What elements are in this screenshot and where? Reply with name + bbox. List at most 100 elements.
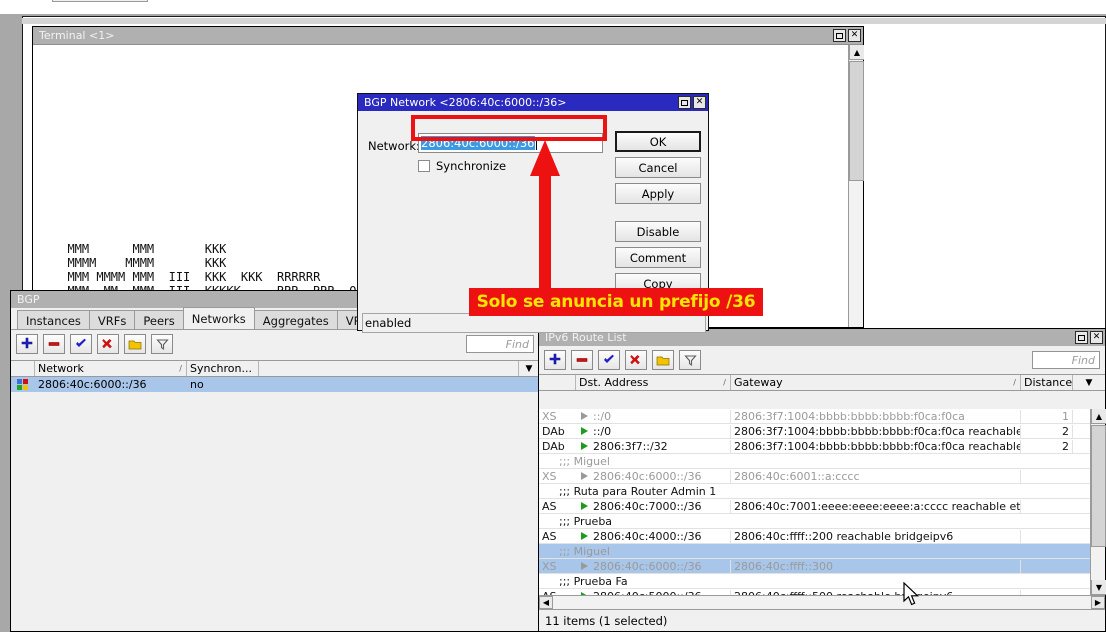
scroll-up-icon[interactable]: ▲ — [849, 45, 864, 60]
route-comment-row[interactable]: ;;; Miguel — [539, 454, 1090, 469]
network-input[interactable]: 2806:40c:6000::/36 — [418, 133, 603, 153]
table-row[interactable]: XS2806:40c:6000::/362806:40c:6001::a:ccc… — [539, 469, 1090, 484]
table-row[interactable]: XS::/02806:3f7:1004:bbbb:bbbb:bbbb:f0ca:… — [539, 409, 1090, 424]
route-table-header[interactable]: Dst. Address / Gateway / Distance ▼ — [539, 374, 1105, 391]
cell-gateway: 2806:40c:ffff::200 reachable bridgeipv6 — [731, 530, 1021, 543]
disable-button[interactable] — [625, 350, 647, 370]
enable-button[interactable] — [70, 334, 92, 354]
cell-gateway: 2806:3f7:1004:bbbb:bbbb:bbbb:f0ca:f0ca r… — [731, 440, 1021, 453]
scrollbar-thumb[interactable] — [1091, 425, 1106, 547]
route-comment-row[interactable]: ;;; Prueba Fa — [539, 574, 1090, 589]
scroll-down-icon[interactable]: ▼ — [1091, 580, 1106, 595]
ipv6-route-list-window[interactable]: IPv6 Route List ✕ — [538, 328, 1106, 632]
column-header-synchronize[interactable]: Synchron... — [187, 361, 259, 376]
maximize-icon[interactable] — [678, 96, 691, 109]
row-type-icon — [11, 379, 35, 390]
cell-distance: 2 — [1021, 425, 1073, 438]
route-vertical-scrollbar[interactable]: ▲ ▼ — [1090, 409, 1105, 595]
enable-button[interactable] — [598, 350, 620, 370]
tab-peers[interactable]: Peers — [134, 310, 183, 329]
table-row[interactable]: XS2806:40c:6000::/362806:40c:ffff::300 — [539, 559, 1090, 574]
column-header-gateway[interactable]: Gateway / — [731, 375, 1021, 390]
maximize-icon[interactable] — [833, 29, 846, 42]
background-panel-inner — [22, 18, 1106, 24]
dialog-titlebar[interactable]: BGP Network <2806:40c:6000::/36> ✕ — [358, 94, 708, 111]
route-table-body[interactable]: XS::/02806:3f7:1004:bbbb:bbbb:bbbb:f0ca:… — [539, 409, 1090, 621]
table-row[interactable]: DAb2806:3f7::/322806:3f7:1004:bbbb:bbbb:… — [539, 439, 1090, 454]
tab-vrfs[interactable]: VRFs — [89, 310, 135, 329]
maximize-icon[interactable] — [1075, 331, 1088, 344]
add-button[interactable] — [16, 334, 38, 354]
apply-button[interactable]: Apply — [615, 183, 701, 204]
comment-button[interactable]: Comment — [615, 247, 701, 268]
add-button[interactable] — [544, 350, 566, 370]
sort-ascending-icon: / — [1013, 378, 1016, 387]
dst-address-text: 2806:3f7::/32 — [593, 440, 668, 453]
button-spacer — [615, 209, 701, 216]
disable-button[interactable]: Disable — [615, 221, 701, 242]
scrollbar-thumb[interactable] — [849, 61, 864, 181]
close-icon[interactable]: ✕ — [848, 29, 861, 42]
route-horizontal-scrollbar[interactable]: ◀ ▶ — [539, 595, 1105, 609]
network-label: Network: — [368, 139, 420, 153]
cell-dst-address: 2806:40c:6000::/36 — [576, 560, 731, 573]
filter-button[interactable] — [151, 334, 173, 354]
column-header-distance[interactable]: Distance — [1021, 375, 1073, 390]
column-chooser-icon[interactable]: ▼ — [1073, 375, 1105, 390]
tab-instances[interactable]: Instances — [17, 310, 90, 329]
dialog-status-field: enabled — [362, 313, 706, 333]
filter-button[interactable] — [679, 350, 701, 370]
table-row[interactable]: DAb::/02806:3f7:1004:bbbb:bbbb:bbbb:f0ca… — [539, 424, 1090, 439]
cell-dst-address: 2806:40c:6000::/36 — [576, 470, 731, 483]
bgp-window[interactable]: BGP Instances VRFs Peers Networks Aggreg… — [10, 290, 540, 632]
route-active-icon — [581, 472, 588, 480]
terminal-vertical-scrollbar[interactable]: ▲ — [848, 45, 863, 327]
cancel-button[interactable]: Cancel — [615, 157, 701, 178]
comment-text: ;;; Miguel — [539, 455, 1090, 468]
table-row[interactable]: AS2806:40c:7000::/362806:40c:7001:eeee:e… — [539, 499, 1090, 514]
terminal-titlebar[interactable]: Terminal <1> ✕ — [33, 27, 863, 44]
find-input[interactable]: Find — [466, 335, 534, 353]
find-input[interactable]: Find — [1032, 351, 1100, 369]
column-header-flags — [539, 375, 576, 390]
annotation-arrow-icon — [527, 140, 563, 295]
dialog-button-column[interactable]: OK Cancel Apply Disable Comment Copy — [615, 131, 701, 308]
remove-button[interactable] — [571, 350, 593, 370]
close-icon[interactable]: ✕ — [1090, 331, 1103, 344]
sort-ascending-icon: / — [723, 378, 726, 387]
cell-gateway: 2806:3f7:1004:bbbb:bbbb:bbbb:f0ca:f0ca — [731, 410, 1021, 423]
disable-button[interactable] — [97, 334, 119, 354]
tab-networks[interactable]: Networks — [183, 307, 255, 329]
remove-button[interactable] — [43, 334, 65, 354]
dialog-title: BGP Network <2806:40c:6000::/36> — [364, 96, 678, 109]
tab-aggregates[interactable]: Aggregates — [254, 310, 338, 329]
scroll-up-icon[interactable]: ▲ — [1091, 409, 1106, 424]
route-comment-row[interactable]: ;;; Ruta para Router Admin 1 — [539, 484, 1090, 499]
close-icon[interactable]: ✕ — [693, 96, 706, 109]
column-label: Gateway — [734, 376, 783, 389]
column-header-dst-address[interactable]: Dst. Address / — [576, 375, 731, 390]
route-active-icon — [581, 442, 588, 450]
cell-dst-address: 2806:3f7::/32 — [576, 440, 731, 453]
comment-button[interactable] — [652, 350, 674, 370]
bgp-table-header[interactable]: Network / Synchron... ▼ — [11, 360, 539, 377]
column-header-network[interactable]: Network / — [35, 361, 187, 376]
synchronize-checkbox-row[interactable]: Synchronize — [418, 159, 506, 173]
route-comment-row[interactable]: ;;; Prueba — [539, 514, 1090, 529]
comment-text: ;;; Miguel — [539, 545, 1090, 558]
comment-button[interactable] — [124, 334, 146, 354]
scroll-left-icon[interactable]: ◀ — [539, 596, 553, 609]
bgp-toolbar[interactable]: Find — [11, 330, 539, 358]
ok-button[interactable]: OK — [615, 131, 701, 152]
bgp-body: Instances VRFs Peers Networks Aggregates… — [11, 308, 539, 631]
column-chooser-icon[interactable]: ▼ — [519, 361, 539, 376]
cell-dst-address: ::/0 — [576, 425, 731, 438]
table-row[interactable]: 2806:40c:6000::/36 no — [11, 377, 539, 392]
table-row[interactable]: AS2806:40c:4000::/362806:40c:ffff::200 r… — [539, 529, 1090, 544]
scroll-right-icon[interactable]: ▶ — [1091, 596, 1105, 609]
dst-address-text: 2806:40c:7000::/36 — [593, 500, 702, 513]
route-toolbar[interactable]: Find — [539, 346, 1105, 374]
synchronize-checkbox[interactable] — [418, 160, 430, 172]
route-comment-row[interactable]: ;;; Miguel — [539, 544, 1090, 559]
cell-flags: AS — [539, 500, 576, 513]
